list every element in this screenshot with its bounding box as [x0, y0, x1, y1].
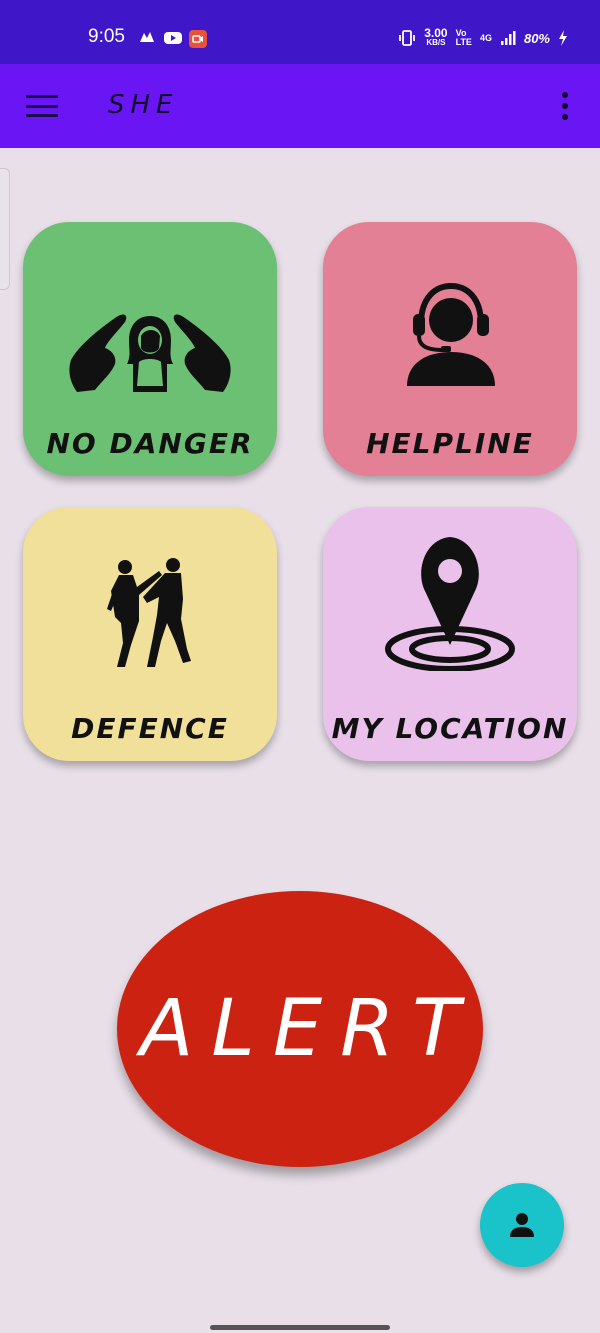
status-indicators: 3.00 KB/S Vo LTE 4G 80%	[398, 26, 568, 50]
network-type: 4G	[479, 33, 492, 43]
gallery-app-icon	[140, 32, 154, 42]
network-speed: 3.00 KB/S	[424, 26, 448, 47]
screen-recorder-icon	[189, 30, 207, 48]
alert-label: ALERT	[140, 984, 478, 1074]
youtube-icon	[164, 32, 182, 44]
helpline-tile[interactable]: HELPLINE	[323, 222, 577, 476]
protected-woman-icon	[69, 314, 231, 392]
edge-panel-handle[interactable]	[0, 168, 10, 290]
location-pin-icon	[385, 537, 515, 671]
vibrate-icon	[399, 30, 416, 46]
status-time: 9:05	[88, 26, 125, 47]
menu-button[interactable]	[26, 92, 58, 120]
volte-indicator: Vo LTE	[455, 28, 472, 47]
defence-tile[interactable]: DEFENCE	[23, 507, 277, 761]
tile-label: DEFENCE	[71, 712, 229, 745]
no-danger-tile[interactable]: NO DANGER	[23, 222, 277, 476]
person-icon	[510, 1213, 534, 1237]
contacts-fab[interactable]	[480, 1183, 564, 1267]
tile-label: MY LOCATION	[331, 712, 569, 745]
alert-button[interactable]: ALERT	[117, 891, 483, 1167]
more-vert-icon	[562, 92, 568, 98]
my-location-tile[interactable]: MY LOCATION	[323, 507, 577, 761]
app-title: SHE	[108, 90, 179, 120]
tile-label: HELPLINE	[366, 427, 534, 460]
signal-icon	[500, 31, 516, 45]
headset-agent-icon	[407, 282, 495, 386]
overflow-menu-button[interactable]	[558, 92, 572, 120]
charging-icon	[559, 30, 567, 46]
home-indicator[interactable]	[210, 1325, 390, 1330]
self-defence-icon	[107, 558, 191, 667]
app-bar: SHE	[0, 64, 600, 148]
tile-label: NO DANGER	[46, 427, 254, 460]
menu-icon	[26, 95, 58, 98]
status-bar: 9:05 3.00 KB/S Vo LTE 4G 80%	[0, 0, 600, 64]
battery-percent: 80%	[523, 30, 550, 46]
